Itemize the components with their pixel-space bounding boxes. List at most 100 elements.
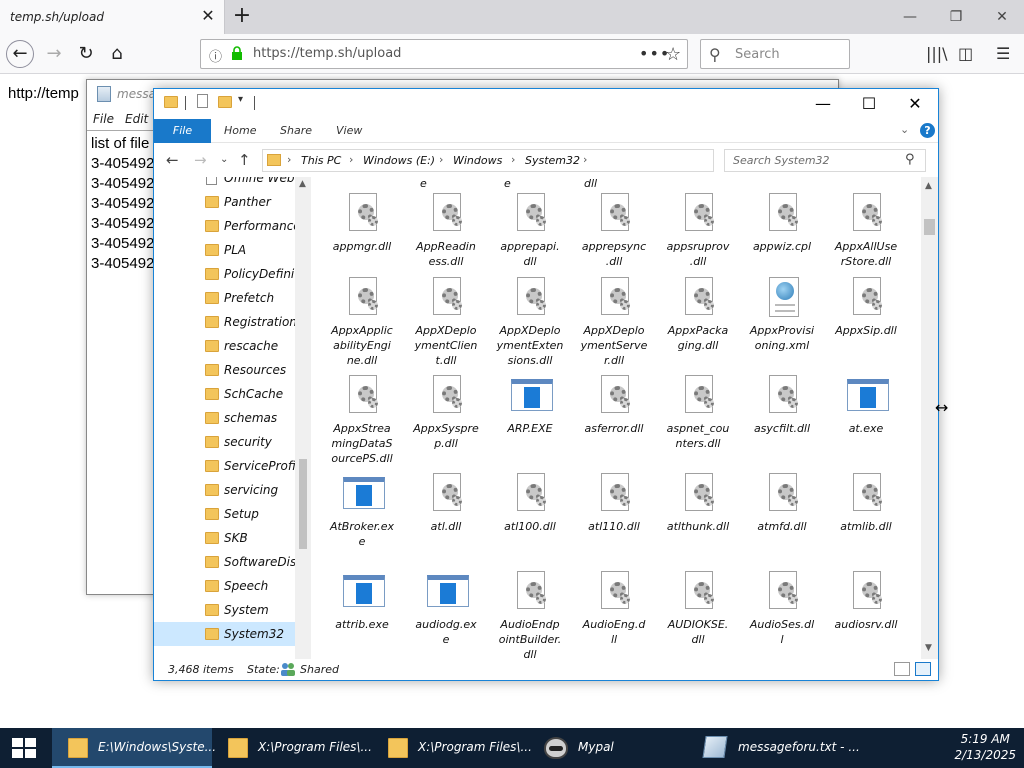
home-icon[interactable]: ⌂ <box>103 40 131 68</box>
content-scrollbar[interactable]: ▲ ▼ <box>921 177 938 659</box>
expand-ribbon-icon[interactable]: ⌄ <box>900 123 909 136</box>
chevron-right-icon[interactable]: › <box>439 153 443 166</box>
tab-home[interactable]: Home <box>224 119 256 143</box>
tab-file[interactable]: File <box>154 119 211 143</box>
help-icon[interactable]: ? <box>920 123 935 138</box>
file-name: AUDIOKSE. dll <box>667 618 729 646</box>
taskbar-item-notepad[interactable]: messageforu.txt - ... <box>692 728 862 768</box>
nav-item[interactable]: Registration <box>154 310 296 334</box>
folder-icon <box>267 154 281 166</box>
breadcrumb-this-pc[interactable]: This PC <box>301 154 341 167</box>
nav-item[interactable]: security <box>154 430 295 454</box>
minimize-icon[interactable]: — <box>800 89 846 119</box>
address-toolbar: ← → ⌄ ↑ › This PC › Windows (E:) › Windo… <box>154 143 938 177</box>
nav-item[interactable]: PLA <box>154 238 295 262</box>
nav-item[interactable]: Prefetch <box>154 286 295 310</box>
scroll-up-icon[interactable]: ▲ <box>925 181 932 191</box>
nav-item[interactable]: PolicyDefiniti <box>154 262 296 286</box>
close-icon[interactable]: ✕ <box>990 6 1014 28</box>
properties-icon[interactable] <box>197 94 208 108</box>
tab-share[interactable]: Share <box>280 119 312 143</box>
taskbar-item-mypal[interactable]: Mypal <box>532 728 692 768</box>
search-placeholder: Search System32 <box>733 154 830 167</box>
nav-item[interactable]: SchCache <box>154 382 295 406</box>
nav-item-label: Setup <box>224 507 259 521</box>
restore-icon[interactable]: ❐ <box>944 6 968 28</box>
chevron-right-icon[interactable]: › <box>349 153 353 166</box>
menu-file[interactable]: File <box>93 112 114 126</box>
chevron-right-icon[interactable]: › <box>287 153 291 166</box>
content-scroll-thumb[interactable] <box>924 219 935 235</box>
explorer-search-box[interactable]: Search System32 ⚲ <box>724 149 926 172</box>
forward-icon[interactable]: → <box>40 40 68 68</box>
system-clock[interactable]: 5:19 AM 2/13/2025 <box>954 731 1016 763</box>
chevron-right-icon[interactable]: › <box>511 153 515 166</box>
nav-item[interactable]: Panther <box>154 190 295 214</box>
new-tab-icon[interactable]: + <box>230 4 254 28</box>
nav-item[interactable]: Resources <box>154 358 295 382</box>
sidebar-icon[interactable]: ◫ <box>958 44 973 63</box>
nav-item[interactable]: Offline Web P <box>154 177 296 190</box>
search-bar[interactable]: ⚲ Search <box>700 39 850 69</box>
new-folder-icon[interactable] <box>218 96 232 108</box>
browser-tab[interactable]: temp.sh/upload ✕ <box>0 0 225 34</box>
nav-scrollbar[interactable]: ▲ <box>295 177 311 659</box>
details-view-icon[interactable] <box>894 662 910 676</box>
breadcrumb-windows-e[interactable]: Windows (E:) <box>363 154 435 167</box>
breadcrumb-system32[interactable]: System32 <box>525 154 580 167</box>
file-list[interactable]: e e dll appmgr.dll AppReadin ess.dll apprep… <box>311 177 921 659</box>
nav-item-label: SKB <box>224 531 248 545</box>
recent-dropdown-icon[interactable]: ⌄ <box>220 154 228 165</box>
tab-view[interactable]: View <box>336 119 362 143</box>
file-name: AppxStrea mingDataS ourcePS.dll <box>331 422 393 465</box>
dll-file-icon <box>347 375 379 415</box>
close-icon[interactable]: ✕ <box>892 89 938 119</box>
back-icon[interactable]: ← <box>166 151 179 169</box>
large-icons-view-icon[interactable] <box>915 662 931 676</box>
taskbar-item-explorer-program-files[interactable]: X:\Program Files\... <box>212 728 372 768</box>
quick-access-dropdown-icon[interactable]: ▾ <box>238 94 243 105</box>
raccoon-icon <box>544 737 568 759</box>
breadcrumb-windows[interactable]: Windows <box>453 154 502 167</box>
file-name: AppXDeplo ymentClien t.dll <box>414 324 478 367</box>
nav-item[interactable]: SoftwareDistri <box>154 550 296 574</box>
reload-icon[interactable]: ↻ <box>72 40 100 68</box>
file-name: AppxSyspre p.dll <box>413 422 479 450</box>
folder-icon <box>205 244 219 256</box>
nav-item[interactable]: schemas <box>154 406 295 430</box>
url-bar[interactable]: ⓘ https://temp.sh/upload ••• ☆ <box>200 39 688 69</box>
nav-item[interactable]: rescache <box>154 334 295 358</box>
nav-scroll-thumb[interactable] <box>299 459 307 549</box>
nav-item[interactable]: System32 <box>154 622 295 646</box>
scroll-up-icon[interactable]: ▲ <box>299 179 306 189</box>
up-icon[interactable]: ↑ <box>238 151 251 169</box>
nav-item[interactable]: ServiceProfile <box>154 454 296 478</box>
start-button[interactable] <box>0 728 50 768</box>
nav-item[interactable]: Performance <box>154 214 296 238</box>
back-icon[interactable]: ← <box>6 40 34 68</box>
taskbar-item-explorer-program-files-2[interactable]: X:\Program Files\... <box>372 728 532 768</box>
nav-item[interactable]: System <box>154 598 295 622</box>
forward-icon[interactable]: → <box>194 151 207 169</box>
explorer-titlebar[interactable]: ▾ — ☐ ✕ <box>154 89 938 119</box>
maximize-icon[interactable]: ☐ <box>846 89 892 119</box>
tab-close-icon[interactable]: ✕ <box>198 6 218 26</box>
nav-item[interactable]: servicing <box>154 478 295 502</box>
scroll-down-icon[interactable]: ▼ <box>925 643 932 653</box>
dll-file-icon <box>851 571 883 611</box>
minimize-icon[interactable]: — <box>898 6 922 28</box>
navigation-pane[interactable]: Offline Web P Panther Performance PLA Policy… <box>154 177 311 659</box>
state-value: Shared <box>300 663 339 676</box>
nav-item[interactable]: Setup <box>154 502 295 526</box>
nav-item[interactable]: Speech <box>154 574 295 598</box>
nav-item[interactable]: SKB <box>154 526 295 550</box>
menu-edit[interactable]: Edit <box>125 112 148 126</box>
menu-icon[interactable]: ☰ <box>996 44 1010 63</box>
chevron-right-icon[interactable]: › <box>583 153 587 166</box>
info-icon[interactable]: ⓘ <box>209 46 222 65</box>
folder-icon <box>205 364 219 376</box>
bookmark-star-icon[interactable]: ☆ <box>665 44 681 65</box>
taskbar-item-explorer-system32[interactable]: E:\Windows\Syste... <box>52 728 216 768</box>
library-icon[interactable]: |||\ <box>926 44 948 63</box>
address-bar[interactable]: › This PC › Windows (E:) › Windows › Sys… <box>262 149 814 172</box>
